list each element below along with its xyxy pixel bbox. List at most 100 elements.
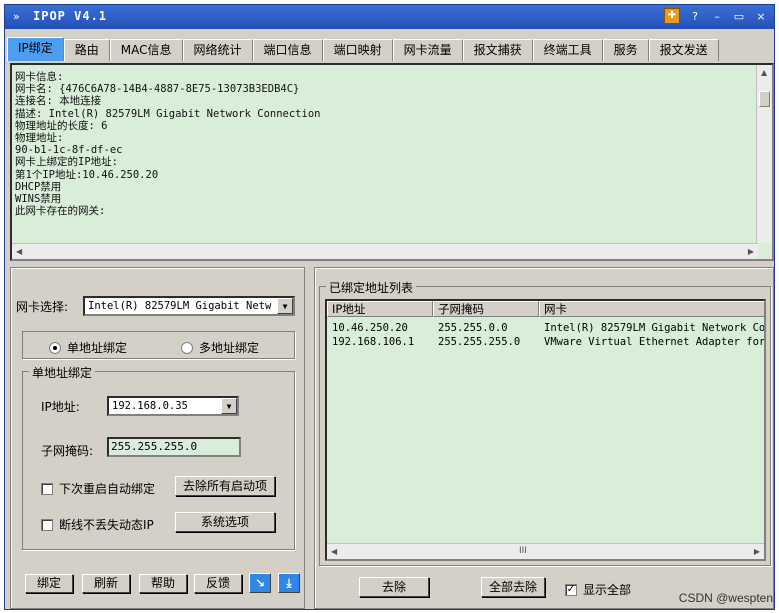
window-title: IPOP V4.1: [33, 9, 108, 23]
app-window: » IPOP V4.1 ✚ ? – ▭ × IP绑定 路由 MAC信息 网络统计…: [4, 4, 775, 610]
nic-select-value: Intel(R) 82579LM Gigabit Netw: [88, 300, 272, 312]
row-mask: 255.255.0.0: [438, 322, 508, 334]
ip-combobox[interactable]: 192.168.0.35 ▼: [107, 396, 239, 416]
arrow-down-right-icon[interactable]: ↘: [249, 573, 271, 593]
info-line: 描述: Intel(R) 82579LM Gigabit Network Con…: [15, 107, 321, 120]
chevron-down-icon[interactable]: ▼: [221, 398, 237, 414]
close-button[interactable]: ×: [754, 10, 768, 23]
show-all-checkbox[interactable]: ✓ 显示全部: [565, 581, 631, 598]
column-mask[interactable]: 子网掩码: [433, 301, 539, 317]
row-nic: VMware Virtual Ethernet Adapter for: [544, 336, 766, 348]
ip-value: 192.168.0.35: [112, 400, 188, 412]
info-horizontal-scrollbar[interactable]: ◀ ▶: [12, 243, 758, 259]
mask-input[interactable]: 255.255.255.0: [107, 437, 241, 457]
info-vertical-scrollbar[interactable]: ▲: [756, 65, 772, 243]
checkbox-icon: [41, 482, 53, 495]
pin-icon[interactable]: ✚: [664, 8, 680, 24]
chevron-down-icon[interactable]: ▼: [277, 298, 293, 314]
row-nic: Intel(R) 82579LM Gigabit Network Co: [544, 322, 766, 334]
auto-bind-label: 下次重启自动绑定: [59, 482, 156, 496]
info-line: 网卡信息:: [15, 71, 64, 83]
info-line: DHCP禁用: [15, 180, 62, 193]
tab-services[interactable]: 服务: [602, 39, 649, 61]
info-line: 90-b1-1c-8f-df-ec: [15, 144, 123, 157]
group-title: 单地址绑定: [29, 364, 96, 381]
auto-bind-checkbox[interactable]: 下次重启自动绑定: [41, 480, 155, 497]
info-line: 网卡名: {476C6A78-14B4-4887-8E75-13073B3EDB…: [15, 83, 300, 96]
scroll-right-icon[interactable]: ▶: [754, 547, 760, 556]
scroll-up-icon[interactable]: ▲: [761, 68, 767, 77]
single-bind-label: 单地址绑定: [67, 341, 128, 355]
bind-mode-box: 单地址绑定 多地址绑定: [22, 331, 295, 359]
table-row[interactable]: 192.168.106.1 255.255.255.0 VMware Virtu…: [327, 335, 766, 349]
title-bar[interactable]: » IPOP V4.1 ✚ ? – ▭ ×: [5, 5, 774, 29]
keep-dynamic-ip-checkbox[interactable]: 断线不丢失动态IP: [41, 516, 154, 533]
bound-address-list[interactable]: IP地址 子网掩码 网卡 10.46.250.20 255.255.0.0 In…: [325, 299, 766, 561]
remove-button[interactable]: 去除: [359, 577, 429, 597]
scroll-grip[interactable]: III: [519, 546, 527, 556]
tab-ip-bind[interactable]: IP绑定: [7, 37, 64, 61]
tab-net-stats[interactable]: 网络统计: [182, 39, 253, 61]
bind-config-panel: 网卡选择: Intel(R) 82579LM Gigabit Netw ▼ 单地…: [10, 267, 305, 609]
mask-label: 子网掩码:: [41, 444, 94, 458]
nic-select-label: 网卡选择:: [16, 300, 69, 314]
bound-list-group: 已绑定地址列表 IP地址 子网掩码 网卡 10.46.250.20 255.25…: [319, 279, 771, 566]
scroll-left-icon[interactable]: ◀: [331, 547, 337, 556]
checkbox-checked-icon: ✓: [565, 583, 577, 596]
nic-info-panel[interactable]: 网卡信息: 网卡名: {476C6A78-14B4-4887-8E75-13073…: [10, 63, 774, 261]
column-ip[interactable]: IP地址: [327, 301, 433, 317]
tab-packet-send[interactable]: 报文发送: [648, 39, 719, 61]
bind-button[interactable]: 绑定: [25, 574, 73, 593]
show-all-label: 显示全部: [583, 583, 632, 597]
help-button[interactable]: ?: [688, 10, 702, 23]
info-line: 连接名: 本地连接: [15, 95, 102, 108]
list-horizontal-scrollbar[interactable]: ◀ III ▶: [327, 543, 764, 559]
multi-bind-label: 多地址绑定: [199, 341, 260, 355]
system-options-button[interactable]: 系统选项: [175, 512, 275, 532]
watermark: CSDN @wespten: [678, 591, 773, 605]
tab-port-mapping[interactable]: 端口映射: [322, 39, 393, 61]
keep-dynamic-ip-label: 断线不丢失动态IP: [59, 518, 154, 532]
tab-mac-info[interactable]: MAC信息: [109, 39, 183, 61]
help-button[interactable]: 帮助: [139, 574, 187, 593]
row-mask: 255.255.255.0: [438, 336, 521, 348]
feedback-button[interactable]: 反馈: [194, 574, 242, 593]
radio-unselected-icon: [181, 341, 193, 354]
tab-bar: IP绑定 路由 MAC信息 网络统计 端口信息 端口映射 网卡流量 报文捕获 终…: [7, 37, 772, 61]
remove-all-button[interactable]: 全部去除: [481, 577, 545, 597]
multi-bind-radio[interactable]: 多地址绑定: [181, 339, 259, 356]
tab-packet-capture[interactable]: 报文捕获: [462, 39, 533, 61]
radio-selected-icon: [49, 341, 61, 354]
bound-list-title: 已绑定地址列表: [326, 279, 417, 296]
row-ip: 10.46.250.20: [332, 322, 408, 334]
refresh-button[interactable]: 刷新: [82, 574, 130, 593]
scroll-left-icon[interactable]: ◀: [16, 247, 22, 256]
info-line: 物理地址:: [15, 132, 64, 145]
minimize-button[interactable]: –: [710, 10, 724, 23]
single-bind-group: 单地址绑定 IP地址: 192.168.0.35 ▼ 子网掩码: 255.255…: [22, 364, 295, 550]
single-bind-radio[interactable]: 单地址绑定: [49, 339, 127, 356]
app-icon: »: [13, 10, 20, 23]
list-header: IP地址 子网掩码 网卡: [327, 301, 764, 317]
info-line: 物理地址的长度: 6: [15, 119, 108, 132]
nic-info-text: 网卡信息: 网卡名: {476C6A78-14B4-4887-8E75-13073…: [15, 71, 753, 241]
table-row[interactable]: 10.46.250.20 255.255.0.0 Intel(R) 82579L…: [327, 321, 766, 335]
title-bar-controls: ✚ ? – ▭ ×: [664, 8, 768, 24]
tab-terminal-tools[interactable]: 终端工具: [532, 39, 603, 61]
tab-route[interactable]: 路由: [63, 39, 110, 61]
download-icon[interactable]: ⤓: [278, 573, 300, 593]
info-line: 第1个IP地址:10.46.250.20: [15, 168, 159, 181]
row-ip: 192.168.106.1: [332, 336, 415, 348]
maximize-button[interactable]: ▭: [732, 10, 746, 23]
info-line: 此网卡存在的网关:: [15, 205, 106, 218]
tab-nic-traffic[interactable]: 网卡流量: [392, 39, 463, 61]
column-nic[interactable]: 网卡: [539, 301, 764, 317]
scroll-thumb[interactable]: [759, 91, 770, 107]
remove-startup-button[interactable]: 去除所有启动项: [175, 476, 275, 496]
tab-port-info[interactable]: 端口信息: [252, 39, 323, 61]
checkbox-icon: [41, 518, 53, 531]
ip-label: IP地址:: [41, 400, 80, 414]
nic-select[interactable]: Intel(R) 82579LM Gigabit Netw ▼: [83, 296, 295, 316]
info-line: WINS禁用: [15, 193, 62, 206]
scroll-right-icon[interactable]: ▶: [748, 247, 754, 256]
